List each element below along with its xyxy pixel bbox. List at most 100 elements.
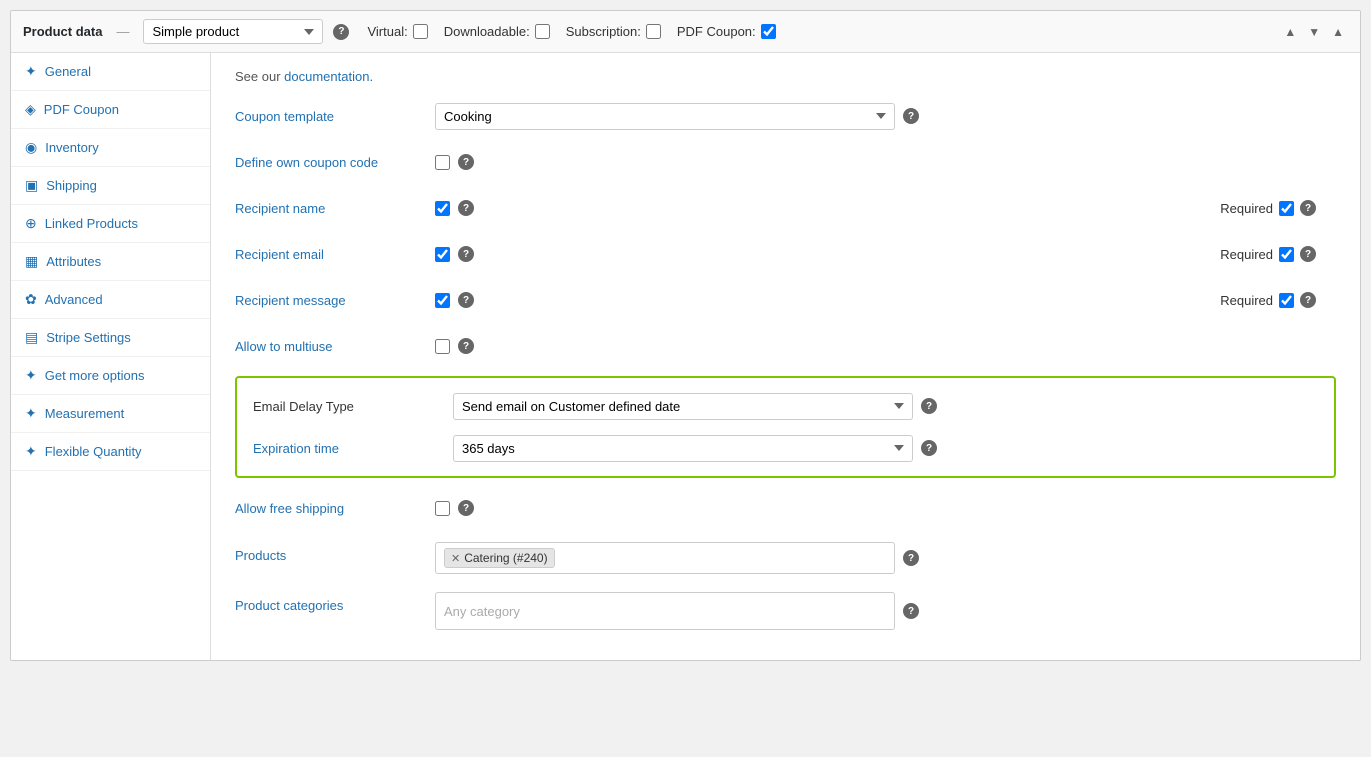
pdf-coupon-checkbox[interactable] bbox=[761, 24, 776, 39]
subscription-label: Subscription: bbox=[566, 24, 641, 39]
arrow-up[interactable]: ▲ bbox=[1280, 23, 1300, 41]
recipient-name-required-area: Required ? bbox=[1220, 200, 1316, 216]
recipient-email-row: Recipient email ? Required ? bbox=[235, 238, 1336, 270]
expiration-time-select[interactable]: 365 days 30 days 60 days 90 days 180 day… bbox=[453, 435, 913, 462]
flexible-quantity-icon: ✦ bbox=[25, 443, 37, 460]
products-row: Products ✕ Catering (#240) ? bbox=[235, 538, 1336, 574]
sidebar-label-flexible-quantity: Flexible Quantity bbox=[45, 444, 142, 459]
header-arrows: ▲ ▼ ▲ bbox=[1280, 23, 1348, 41]
sidebar-item-get-more-options[interactable]: ✦ Get more options bbox=[11, 357, 210, 395]
sidebar-item-general[interactable]: ✦ General bbox=[11, 53, 210, 91]
product-categories-input[interactable]: Any category bbox=[435, 592, 895, 630]
recipient-message-label: Recipient message bbox=[235, 293, 435, 308]
recipient-email-required-area: Required ? bbox=[1220, 246, 1316, 262]
main-content: See our documentation. Coupon template C… bbox=[211, 53, 1360, 660]
virtual-checkbox-label[interactable]: Virtual: bbox=[367, 24, 427, 39]
sidebar-item-inventory[interactable]: ◉ Inventory bbox=[11, 129, 210, 167]
allow-multiuse-help-icon[interactable]: ? bbox=[458, 338, 474, 354]
sidebar-item-stripe-settings[interactable]: ▤ Stripe Settings bbox=[11, 319, 210, 357]
recipient-name-required-label: Required bbox=[1220, 201, 1273, 216]
linked-products-icon: ⊕ bbox=[25, 215, 37, 232]
sidebar-label-get-more: Get more options bbox=[45, 368, 145, 383]
allow-multiuse-checkbox[interactable] bbox=[435, 339, 450, 354]
sidebar-item-linked-products[interactable]: ⊕ Linked Products bbox=[11, 205, 210, 243]
product-categories-row: Product categories Any category ? bbox=[235, 588, 1336, 630]
products-tag-input[interactable]: ✕ Catering (#240) bbox=[435, 542, 895, 574]
products-tag: ✕ Catering (#240) bbox=[444, 548, 555, 568]
recipient-email-required-checkbox[interactable] bbox=[1279, 247, 1294, 262]
allow-multiuse-label: Allow to multiuse bbox=[235, 339, 435, 354]
sidebar-item-attributes[interactable]: ▦ Attributes bbox=[11, 243, 210, 281]
allow-free-shipping-help-icon[interactable]: ? bbox=[458, 500, 474, 516]
coupon-template-select[interactable]: Cooking Birthday Christmas Default bbox=[435, 103, 895, 130]
recipient-name-row: Recipient name ? Required ? bbox=[235, 192, 1336, 224]
expiration-time-row: Expiration time 365 days 30 days 60 days… bbox=[253, 432, 1318, 464]
product-type-help-icon[interactable]: ? bbox=[333, 24, 349, 40]
product-categories-placeholder: Any category bbox=[444, 604, 520, 619]
recipient-message-required-checkbox[interactable] bbox=[1279, 293, 1294, 308]
product-data-body: ✦ General ◈ PDF Coupon ◉ Inventory ▣ Shi… bbox=[11, 53, 1360, 660]
sidebar-item-flexible-quantity[interactable]: ✦ Flexible Quantity bbox=[11, 433, 210, 471]
allow-multiuse-row: Allow to multiuse ? bbox=[235, 330, 1336, 362]
define-coupon-code-row: Define own coupon code ? bbox=[235, 146, 1336, 178]
email-delay-type-help-icon[interactable]: ? bbox=[921, 398, 937, 414]
sidebar-item-measurement[interactable]: ✦ Measurement bbox=[11, 395, 210, 433]
sidebar-item-advanced[interactable]: ✿ Advanced bbox=[11, 281, 210, 319]
documentation-link[interactable]: documentation bbox=[284, 69, 369, 84]
inventory-icon: ◉ bbox=[25, 139, 37, 156]
product-data-header: Product data — Simple product Variable p… bbox=[11, 11, 1360, 53]
products-help-icon[interactable]: ? bbox=[903, 550, 919, 566]
recipient-message-left-control: ? bbox=[435, 292, 855, 308]
recipient-message-row: Recipient message ? Required ? bbox=[235, 284, 1336, 316]
expiration-time-label: Expiration time bbox=[253, 441, 453, 456]
define-coupon-code-control: ? bbox=[435, 154, 1336, 170]
stripe-icon: ▤ bbox=[25, 329, 38, 346]
email-delay-type-control: Send email on Customer defined date Send… bbox=[453, 393, 1318, 420]
email-delay-type-row: Email Delay Type Send email on Customer … bbox=[253, 390, 1318, 422]
allow-free-shipping-checkbox[interactable] bbox=[435, 501, 450, 516]
general-icon: ✦ bbox=[25, 63, 37, 80]
coupon-template-control: Cooking Birthday Christmas Default ? bbox=[435, 103, 1336, 130]
attributes-icon: ▦ bbox=[25, 253, 38, 270]
recipient-name-label: Recipient name bbox=[235, 201, 435, 216]
coupon-template-help-icon[interactable]: ? bbox=[903, 108, 919, 124]
allow-free-shipping-label: Allow free shipping bbox=[235, 501, 435, 516]
recipient-name-help-icon[interactable]: ? bbox=[458, 200, 474, 216]
expiration-time-help-icon[interactable]: ? bbox=[921, 440, 937, 456]
sidebar-label-linked-products: Linked Products bbox=[45, 216, 138, 231]
virtual-checkbox[interactable] bbox=[413, 24, 428, 39]
recipient-message-checkbox[interactable] bbox=[435, 293, 450, 308]
sidebar-item-shipping[interactable]: ▣ Shipping bbox=[11, 167, 210, 205]
downloadable-checkbox-label[interactable]: Downloadable: bbox=[444, 24, 550, 39]
products-tag-remove[interactable]: ✕ bbox=[451, 552, 460, 565]
downloadable-label: Downloadable: bbox=[444, 24, 530, 39]
product-type-select[interactable]: Simple product Variable product Grouped … bbox=[143, 19, 323, 44]
sidebar-item-pdf-coupon[interactable]: ◈ PDF Coupon bbox=[11, 91, 210, 129]
recipient-email-help-icon[interactable]: ? bbox=[458, 246, 474, 262]
allow-multiuse-control: ? bbox=[435, 338, 1336, 354]
recipient-name-required-checkbox[interactable] bbox=[1279, 201, 1294, 216]
recipient-email-required-help-icon[interactable]: ? bbox=[1300, 246, 1316, 262]
product-categories-help-icon[interactable]: ? bbox=[903, 603, 919, 619]
panel-title: Product data bbox=[23, 24, 102, 39]
define-coupon-code-checkbox[interactable] bbox=[435, 155, 450, 170]
recipient-message-required-help-icon[interactable]: ? bbox=[1300, 292, 1316, 308]
subscription-checkbox[interactable] bbox=[646, 24, 661, 39]
products-label: Products bbox=[235, 542, 435, 563]
recipient-email-checkbox[interactable] bbox=[435, 247, 450, 262]
email-delay-type-select[interactable]: Send email on Customer defined date Send… bbox=[453, 393, 913, 420]
subscription-checkbox-label[interactable]: Subscription: bbox=[566, 24, 661, 39]
define-coupon-code-help-icon[interactable]: ? bbox=[458, 154, 474, 170]
recipient-name-required-help-icon[interactable]: ? bbox=[1300, 200, 1316, 216]
recipient-message-help-icon[interactable]: ? bbox=[458, 292, 474, 308]
recipient-message-required-area: Required ? bbox=[1220, 292, 1316, 308]
recipient-name-checkbox[interactable] bbox=[435, 201, 450, 216]
sidebar-label-measurement: Measurement bbox=[45, 406, 124, 421]
doc-text: See our bbox=[235, 69, 284, 84]
downloadable-checkbox[interactable] bbox=[535, 24, 550, 39]
allow-free-shipping-row: Allow free shipping ? bbox=[235, 492, 1336, 524]
pdf-coupon-checkbox-label[interactable]: PDF Coupon: bbox=[677, 24, 776, 39]
arrow-down[interactable]: ▼ bbox=[1304, 23, 1324, 41]
arrow-up2[interactable]: ▲ bbox=[1328, 23, 1348, 41]
pdf-coupon-label: PDF Coupon: bbox=[677, 24, 756, 39]
